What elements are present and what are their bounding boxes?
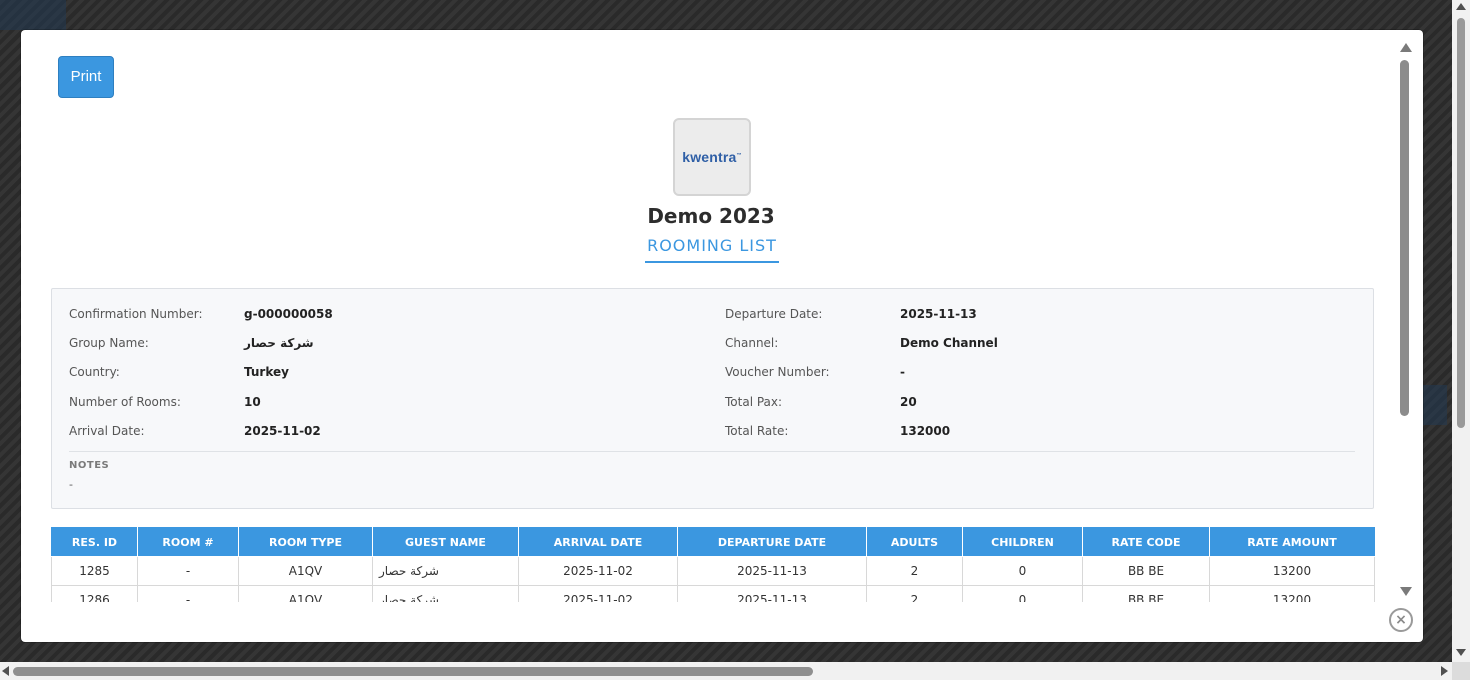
column-header-rate-amount[interactable]: RATE AMOUNT xyxy=(1209,527,1375,557)
cell-rate-code: BB BE xyxy=(1082,556,1210,586)
column-header-res-id[interactable]: RES. ID xyxy=(51,527,138,557)
hotel-name: Demo 2023 xyxy=(647,204,775,228)
print-button[interactable]: Print xyxy=(58,56,114,98)
reservation-details-panel: Confirmation Number: g-000000058 Group N… xyxy=(51,288,1374,509)
column-header-rate-code[interactable]: RATE CODE xyxy=(1082,527,1210,557)
cell-rate-amount: 13200 xyxy=(1209,556,1375,586)
scroll-down-arrow-icon[interactable] xyxy=(1456,649,1466,656)
scroll-left-arrow-icon[interactable] xyxy=(2,666,9,676)
cell-children: 0 xyxy=(962,585,1083,602)
detail-value: 10 xyxy=(244,395,261,409)
detail-label: Arrival Date: xyxy=(69,424,145,438)
notes-value: - xyxy=(69,478,73,491)
detail-label: Voucher Number: xyxy=(725,365,830,379)
detail-value: 132000 xyxy=(900,424,951,438)
cell-room-type: A1QV xyxy=(238,585,373,602)
detail-label: Channel: xyxy=(725,336,779,350)
modal-vertical-scrollbar[interactable] xyxy=(1397,40,1413,602)
detail-value: Turkey xyxy=(244,365,289,379)
document-title: ROOMING LIST xyxy=(645,236,779,263)
scroll-right-arrow-icon[interactable] xyxy=(1441,666,1448,676)
column-header-departure-date[interactable]: DEPARTURE DATE xyxy=(677,527,867,557)
modal-scroll-thumb[interactable] xyxy=(1400,60,1409,416)
background-element xyxy=(0,0,66,30)
detail-value: - xyxy=(900,365,905,379)
cell-res-id: 1286 xyxy=(51,585,138,602)
scroll-up-arrow-icon[interactable] xyxy=(1456,3,1466,10)
column-header-room-type[interactable]: ROOM TYPE xyxy=(238,527,373,557)
cell-departure-date: 2025-11-13 xyxy=(677,585,867,602)
rooms-table: RES. ID ROOM # ROOM TYPE GUEST NAME ARRI… xyxy=(51,527,1375,602)
column-header-arrival-date[interactable]: ARRIVAL DATE xyxy=(518,527,678,557)
page-vertical-scroll-thumb[interactable] xyxy=(1457,18,1465,428)
detail-label: Total Pax: xyxy=(725,395,783,409)
cell-adults: 2 xyxy=(866,585,963,602)
cell-res-id: 1285 xyxy=(51,556,138,586)
cell-room-number: - xyxy=(137,585,239,602)
table-row: 1286 - A1QV شركة حصار 2025-11-02 2025-11… xyxy=(51,585,1375,602)
scrollbar-corner xyxy=(1452,662,1470,680)
modal-scroll-up-icon[interactable] xyxy=(1400,43,1412,52)
notes-label: NOTES xyxy=(69,460,110,471)
cell-adults: 2 xyxy=(866,556,963,586)
detail-value: g-000000058 xyxy=(244,307,333,321)
detail-label: Confirmation Number: xyxy=(69,307,203,321)
cell-children: 0 xyxy=(962,556,1083,586)
cell-rate-amount: 13200 xyxy=(1209,585,1375,602)
page-horizontal-scrollbar[interactable] xyxy=(0,662,1452,680)
detail-label: Departure Date: xyxy=(725,307,823,321)
table-row: 1285 - A1QV شركة حصار 2025-11-02 2025-11… xyxy=(51,556,1375,586)
column-header-guest-name[interactable]: GUEST NAME xyxy=(372,527,519,557)
detail-label: Total Rate: xyxy=(725,424,789,438)
logo-wordmark: kwentra™ xyxy=(682,149,742,165)
cell-arrival-date: 2025-11-02 xyxy=(518,556,678,586)
cell-arrival-date: 2025-11-02 xyxy=(518,585,678,602)
cell-guest-name: شركة حصار xyxy=(372,585,519,602)
modal-scroll-down-icon[interactable] xyxy=(1400,587,1412,596)
detail-label: Number of Rooms: xyxy=(69,395,181,409)
detail-value: 2025-11-13 xyxy=(900,307,977,321)
detail-label: Country: xyxy=(69,365,120,379)
detail-label: Group Name: xyxy=(69,336,149,350)
table-header: RES. ID ROOM # ROOM TYPE GUEST NAME ARRI… xyxy=(51,527,1375,557)
cell-rate-code: BB BE xyxy=(1082,585,1210,602)
close-icon[interactable]: × xyxy=(1389,608,1413,632)
hotel-logo: kwentra™ xyxy=(673,118,751,196)
detail-value: شركة حصار xyxy=(244,336,314,350)
modal-body: Print kwentra™ Demo 2023 ROOMING LIST Co… xyxy=(21,30,1399,602)
detail-value: Demo Channel xyxy=(900,336,998,350)
page-horizontal-scroll-thumb[interactable] xyxy=(13,667,813,676)
cell-departure-date: 2025-11-13 xyxy=(677,556,867,586)
cell-room-type: A1QV xyxy=(238,556,373,586)
divider xyxy=(69,451,1355,452)
cell-guest-name: شركة حصار xyxy=(372,556,519,586)
column-header-adults[interactable]: ADULTS xyxy=(866,527,963,557)
detail-value: 20 xyxy=(900,395,917,409)
cell-room-number: - xyxy=(137,556,239,586)
detail-value: 2025-11-02 xyxy=(244,424,321,438)
page-vertical-scrollbar[interactable] xyxy=(1452,0,1470,662)
rooming-list-modal: Print kwentra™ Demo 2023 ROOMING LIST Co… xyxy=(21,30,1423,642)
table-header-row: RES. ID ROOM # ROOM TYPE GUEST NAME ARRI… xyxy=(51,527,1375,557)
column-header-children[interactable]: CHILDREN xyxy=(962,527,1083,557)
background-element xyxy=(1423,385,1447,425)
column-header-room-number[interactable]: ROOM # xyxy=(137,527,239,557)
